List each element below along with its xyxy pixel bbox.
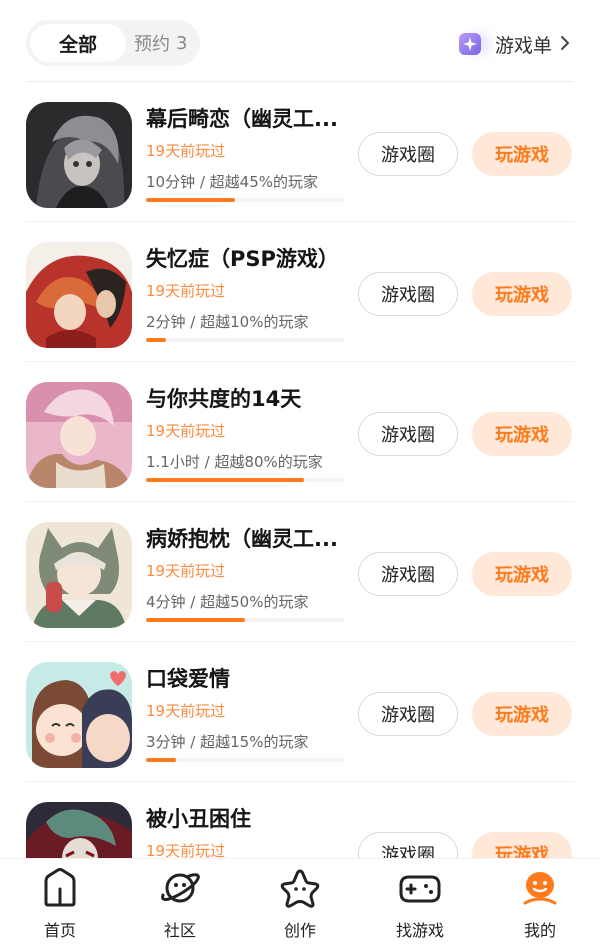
gamepad-icon — [399, 875, 441, 903]
play-stats: 4分钟 / 超越50%的玩家 — [146, 593, 309, 611]
nav-create[interactable]: 创作 — [260, 865, 340, 945]
game-circle-button[interactable]: 游戏圈 — [358, 692, 458, 736]
play-stats: 10分钟 / 超越45%的玩家 — [146, 173, 319, 191]
last-played: 19天前玩过 — [146, 282, 226, 300]
home-icon — [44, 868, 76, 907]
tab-reserved-label: 预约 — [134, 34, 170, 55]
progress-bar — [146, 618, 344, 622]
played-games-list[interactable]: 幕后畸恋（幽灵工... 19天前玩过 10分钟 / 超越45%的玩家 游戏圈 玩… — [0, 82, 600, 858]
progress-bar — [146, 198, 344, 202]
play-stats: 1.1小时 / 超越80%的玩家 — [146, 453, 323, 471]
profile-icon — [523, 872, 557, 905]
gamelist-label: 游戏单 — [494, 34, 552, 57]
progress-bar — [146, 758, 344, 762]
play-game-button[interactable]: 玩游戏 — [472, 692, 572, 736]
list-item[interactable]: 与你共度的14天 19天前玩过 1.1小时 / 超越80%的玩家 游戏圈 玩游戏 — [0, 362, 600, 502]
game-circle-button[interactable]: 游戏圈 — [358, 552, 458, 596]
tab-reserved-count: 3 — [176, 32, 188, 54]
game-cover-image[interactable] — [26, 802, 132, 858]
game-title[interactable]: 被小丑困住 — [146, 803, 356, 833]
list-item[interactable]: 被小丑困住 19天前玩过 游戏圈 玩游戏 — [0, 782, 600, 858]
game-cover-image[interactable] — [26, 382, 132, 488]
game-cover-image[interactable] — [26, 102, 132, 208]
game-title[interactable]: 口袋爱情 — [146, 663, 356, 693]
game-title[interactable]: 幕后畸恋（幽灵工... — [146, 103, 356, 133]
list-item[interactable]: 幕后畸恋（幽灵工... 19天前玩过 10分钟 / 超越45%的玩家 游戏圈 玩… — [0, 82, 600, 222]
game-title[interactable]: 病娇抱枕（幽灵工... — [146, 523, 356, 553]
nav-find-games-label: 找游戏 — [395, 921, 444, 940]
play-game-button[interactable]: 玩游戏 — [472, 412, 572, 456]
nav-mine-label: 我的 — [523, 921, 556, 940]
nav-community-label: 社区 — [163, 921, 196, 940]
filter-bar: 全部 预约 3 游戏单 — [0, 0, 600, 82]
nav-home[interactable]: 首页 — [20, 865, 100, 945]
nav-home-label: 首页 — [43, 921, 76, 940]
last-played: 19天前玩过 — [146, 562, 226, 580]
tab-reserved[interactable]: 预约 3 — [134, 24, 200, 62]
nav-create-label: 创作 — [283, 921, 316, 940]
nav-community[interactable]: 社区 — [140, 865, 220, 945]
progress-bar — [146, 478, 344, 482]
chevron-right-icon — [560, 32, 570, 56]
play-game-button[interactable]: 玩游戏 — [472, 552, 572, 596]
gamelist-link[interactable]: 游戏单 — [458, 28, 570, 60]
progress-bar — [146, 338, 344, 342]
game-cover-image[interactable] — [26, 522, 132, 628]
list-item[interactable]: 失忆症（PSP游戏） 19天前玩过 2分钟 / 超越10%的玩家 游戏圈 玩游戏 — [0, 222, 600, 362]
last-played: 19天前玩过 — [146, 842, 226, 858]
game-title[interactable]: 与你共度的14天 — [146, 383, 356, 413]
list-item[interactable]: 口袋爱情 19天前玩过 3分钟 / 超越15%的玩家 游戏圈 玩游戏 — [0, 642, 600, 782]
last-played: 19天前玩过 — [146, 422, 226, 440]
game-circle-button[interactable]: 游戏圈 — [358, 132, 458, 176]
bottom-nav: 首页 社区 创作 找游戏 我的 — [0, 858, 600, 952]
planet-icon — [161, 873, 200, 903]
tab-all[interactable]: 全部 — [30, 24, 126, 62]
game-circle-button[interactable]: 游戏圈 — [358, 412, 458, 456]
play-stats: 3分钟 / 超越15%的玩家 — [146, 733, 309, 751]
nav-mine[interactable]: 我的 — [500, 865, 580, 945]
game-circle-button[interactable]: 游戏圈 — [358, 832, 458, 858]
sparkle-icon — [458, 33, 481, 55]
game-cover-image[interactable] — [26, 242, 132, 348]
star-icon — [280, 869, 320, 908]
play-stats: 2分钟 / 超越10%的玩家 — [146, 313, 309, 331]
list-item[interactable]: 病娇抱枕（幽灵工... 19天前玩过 4分钟 / 超越50%的玩家 游戏圈 玩游… — [0, 502, 600, 642]
game-title[interactable]: 失忆症（PSP游戏） — [146, 243, 356, 273]
play-game-button[interactable]: 玩游戏 — [472, 132, 572, 176]
filter-segmented-control: 全部 预约 3 — [26, 20, 200, 66]
game-cover-image[interactable] — [26, 662, 132, 768]
play-game-button[interactable]: 玩游戏 — [472, 832, 572, 858]
nav-find-games[interactable]: 找游戏 — [380, 865, 460, 945]
play-game-button[interactable]: 玩游戏 — [472, 272, 572, 316]
last-played: 19天前玩过 — [146, 142, 226, 160]
last-played: 19天前玩过 — [146, 702, 226, 720]
game-circle-button[interactable]: 游戏圈 — [358, 272, 458, 316]
